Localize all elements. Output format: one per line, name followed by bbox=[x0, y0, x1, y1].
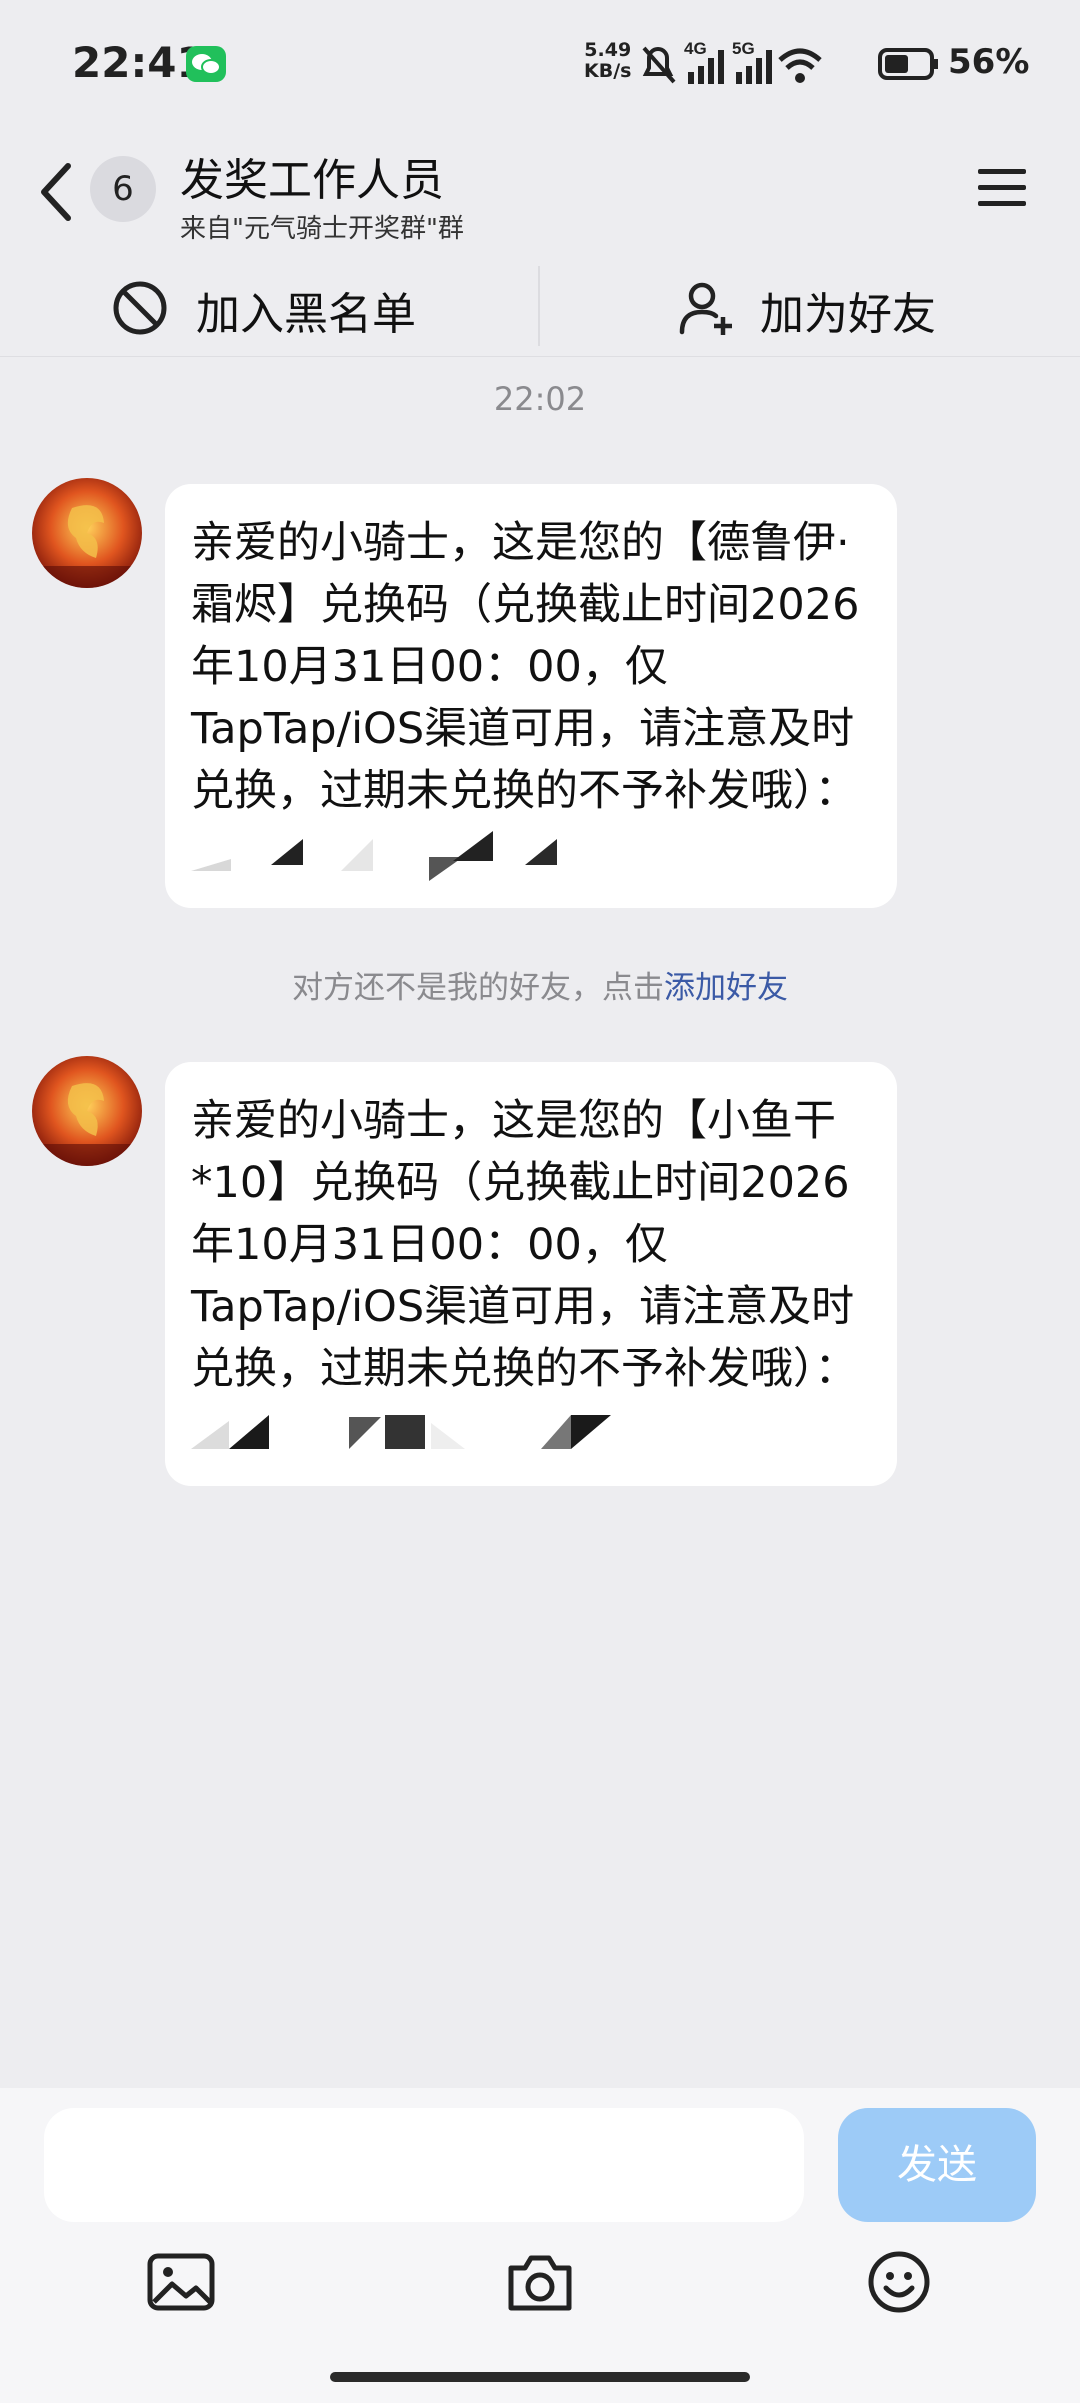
block-button[interactable]: 加入黑名单 bbox=[0, 256, 540, 356]
image-icon[interactable] bbox=[146, 2250, 216, 2314]
menu-icon[interactable] bbox=[976, 166, 1028, 210]
chat-header: 6 发奖工作人员 来自"元气骑士开奖群"群 bbox=[0, 130, 1080, 256]
system-tip-text: 对方还不是我的好友，点击 bbox=[292, 970, 664, 1006]
status-bar: 22:41 5.49 KB/s 4G 5G 56% bbox=[0, 0, 1080, 130]
message-bubble[interactable]: 亲爱的小骑士，这是您的【小鱼干*10】兑换码（兑换截止时间2026年10月31日… bbox=[165, 1062, 897, 1486]
emoji-icon[interactable] bbox=[864, 2250, 934, 2314]
avatar[interactable] bbox=[32, 478, 142, 588]
avatar[interactable] bbox=[32, 1056, 142, 1166]
message-text: 亲爱的小骑士，这是您的【小鱼干*10】兑换码（兑换截止时间2026年10月31日… bbox=[191, 1096, 858, 1394]
redacted-code bbox=[191, 830, 557, 881]
avatar-image bbox=[32, 1056, 142, 1166]
message-input[interactable] bbox=[44, 2108, 804, 2222]
block-icon bbox=[113, 281, 167, 335]
status-icons: 4G 5G bbox=[642, 40, 938, 84]
net-5g-label: 5G bbox=[732, 40, 755, 58]
unread-count-badge[interactable]: 6 bbox=[90, 156, 156, 222]
wechat-icon bbox=[186, 46, 226, 82]
back-arrow-icon[interactable] bbox=[36, 160, 76, 224]
add-friend-label: 加为好友 bbox=[760, 289, 936, 340]
camera-icon[interactable] bbox=[505, 2250, 575, 2314]
speed-value: 5.49 bbox=[584, 39, 632, 61]
net-4g-label: 4G bbox=[684, 40, 707, 58]
wifi-icon bbox=[778, 48, 822, 83]
page-title: 发奖工作人员 bbox=[180, 155, 444, 206]
add-friend-button[interactable]: 加为好友 bbox=[540, 256, 1080, 356]
redacted-code bbox=[191, 1414, 611, 1449]
battery-icon bbox=[878, 48, 938, 80]
message-bubble[interactable]: 亲爱的小骑士，这是您的【德鲁伊·霜烬】兑换码（兑换截止时间2026年10月31日… bbox=[165, 484, 897, 908]
add-friend-link[interactable]: 添加好友 bbox=[664, 970, 788, 1006]
message-text: 亲爱的小骑士，这是您的【德鲁伊·霜烬】兑换码（兑换截止时间2026年10月31日… bbox=[191, 518, 860, 816]
signal-icon: 4G bbox=[684, 40, 724, 84]
home-indicator[interactable] bbox=[330, 2372, 750, 2382]
block-label: 加入黑名单 bbox=[196, 289, 416, 340]
contact-actions: 加入黑名单 加为好友 bbox=[0, 256, 1080, 357]
mute-bell-icon bbox=[642, 46, 676, 84]
avatar-image bbox=[32, 478, 142, 588]
speed-unit: KB/s bbox=[584, 60, 632, 82]
group-source-subtitle: 来自"元气骑士开奖群"群 bbox=[180, 214, 464, 244]
add-user-icon bbox=[679, 282, 732, 335]
composer-bar: 发送 bbox=[0, 2088, 1080, 2403]
message-timestamp: 22:02 bbox=[493, 380, 587, 418]
network-speed: 5.49 KB/s bbox=[584, 40, 631, 82]
send-button[interactable]: 发送 bbox=[838, 2108, 1036, 2222]
signal-icon: 5G bbox=[732, 40, 772, 84]
battery-percent: 56% bbox=[948, 42, 1030, 82]
system-tip: 对方还不是我的好友，点击添加好友 bbox=[0, 962, 1080, 1007]
